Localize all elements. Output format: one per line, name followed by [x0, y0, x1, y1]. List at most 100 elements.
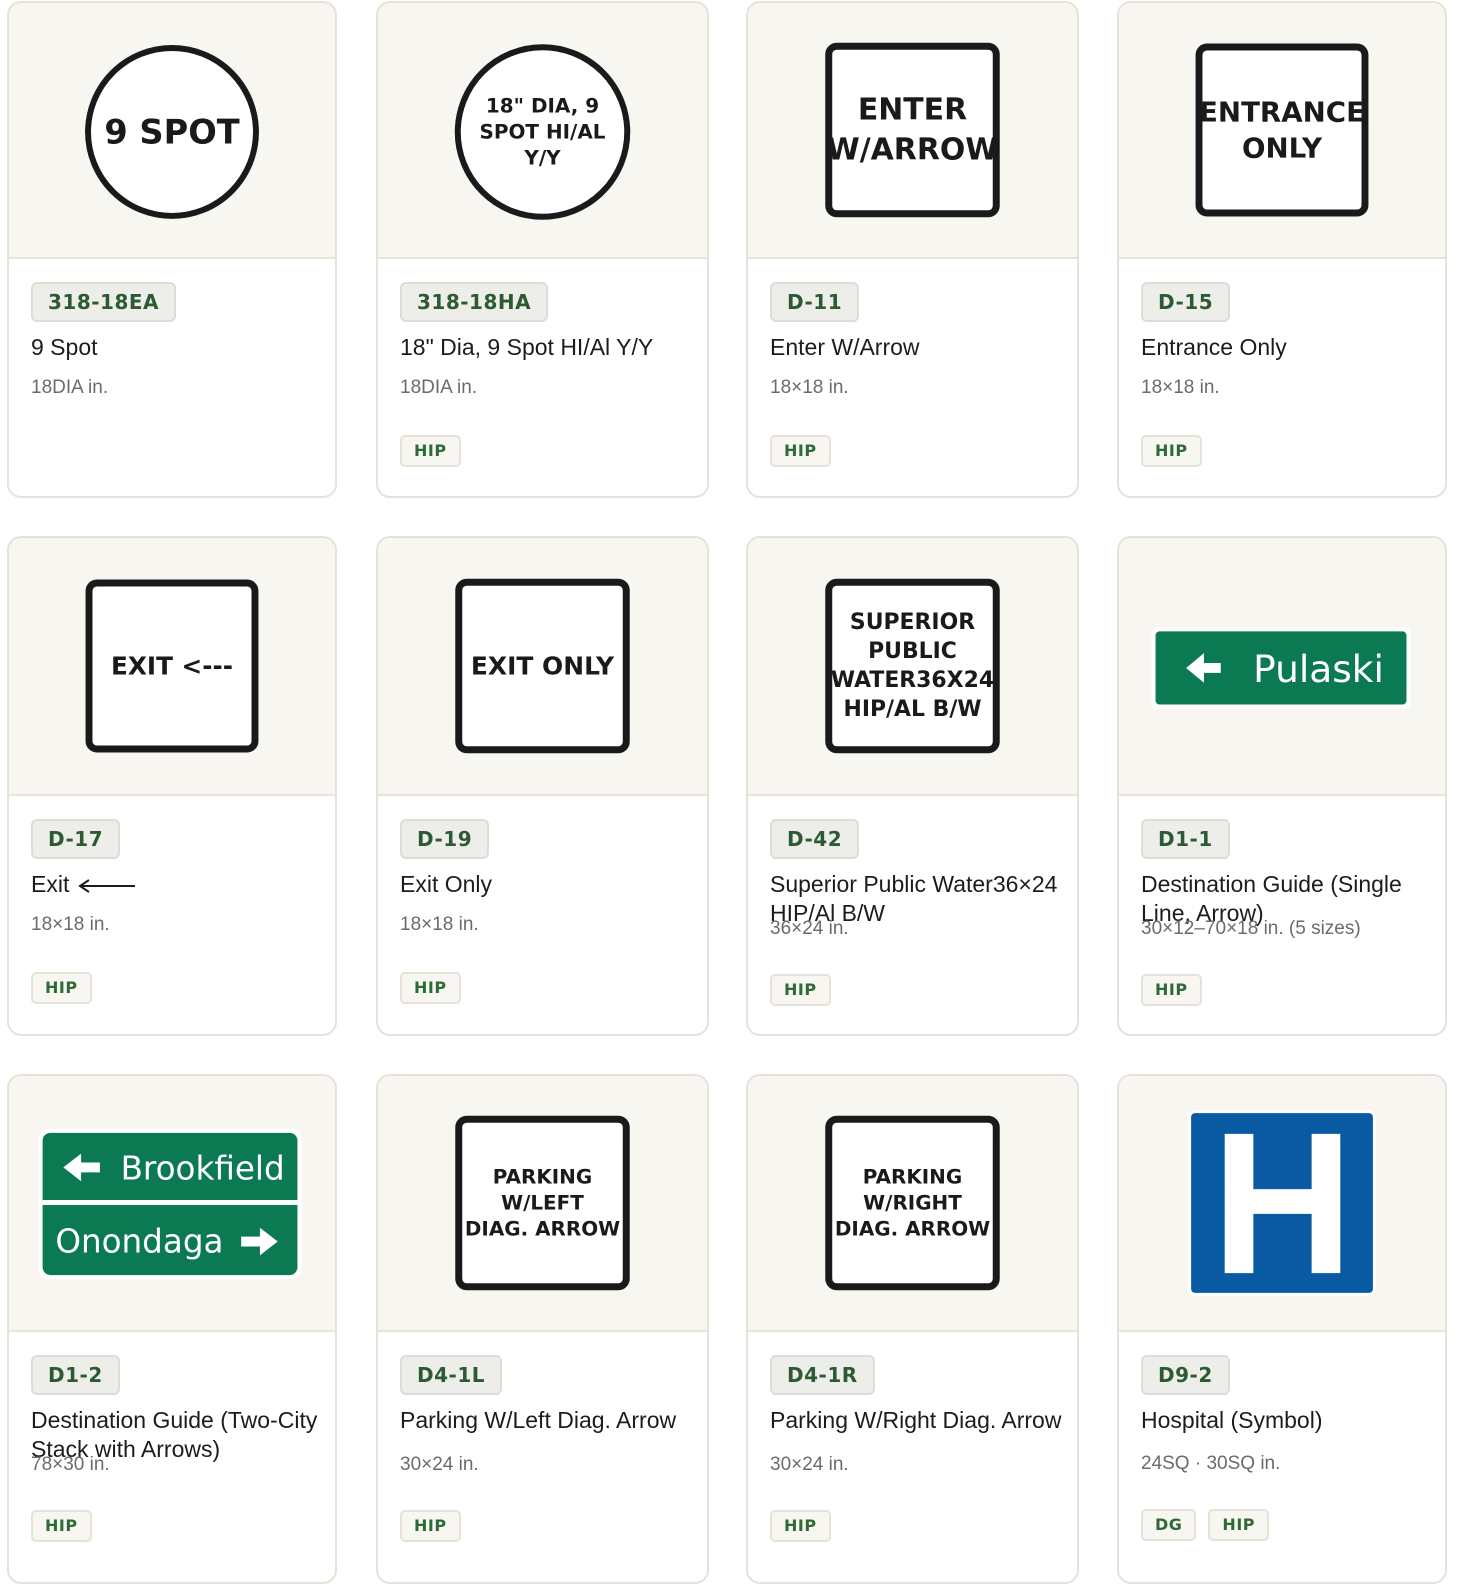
- sign-card[interactable]: Brookfield Onondaga D1-2 Destination Guide …: [7, 1074, 337, 1584]
- sign-label: EXIT ONLY: [471, 652, 615, 681]
- product-name[interactable]: Enter W/Arrow: [770, 333, 1063, 362]
- sign-thumbnail: ENTER W/ARROW: [825, 42, 1000, 218]
- product-name[interactable]: Parking W/Left Diag. Arrow: [400, 1406, 693, 1435]
- product-tag[interactable]: HIP: [770, 1510, 831, 1542]
- sign-thumbnail: SUPERIOR PUBLIC WATER36X24 HIP/AL B/W: [825, 578, 1000, 754]
- product-tag[interactable]: HIP: [770, 435, 831, 467]
- product-tags: HIP: [1141, 435, 1202, 467]
- product-tag[interactable]: HIP: [31, 972, 92, 1004]
- sign-card[interactable]: 9 SPOT 318-18EA 9 Spot 18DIA in.: [7, 1, 337, 498]
- product-size: 18×18 in.: [31, 914, 110, 935]
- guide-sign-divider: [42, 1200, 298, 1205]
- product-name[interactable]: 9 Spot: [31, 333, 321, 362]
- product-size: 18×18 in.: [400, 914, 479, 935]
- sign-thumbnail: PARKING W/LEFTDIAG. ARROW: [455, 1115, 630, 1291]
- product-tag[interactable]: HIP: [31, 1510, 92, 1542]
- product-tag[interactable]: HIP: [1141, 435, 1202, 467]
- product-size: 18DIA in.: [400, 377, 478, 398]
- sign-label: DIAG. ARROW: [835, 1217, 990, 1240]
- product-tag[interactable]: HIP: [400, 1510, 461, 1542]
- product-name[interactable]: Hospital (Symbol): [1141, 1406, 1431, 1435]
- product-code-badge: D4-1R: [770, 1355, 875, 1395]
- product-name[interactable]: Parking W/Right Diag. Arrow: [770, 1406, 1063, 1435]
- sign-image-area[interactable]: [1119, 1076, 1445, 1332]
- sign-image-area[interactable]: 9 SPOT: [9, 3, 335, 259]
- sign-label: W/LEFT: [501, 1192, 584, 1215]
- product-name[interactable]: Entrance Only: [1141, 333, 1431, 362]
- guide-destination-label: Pulaski: [1253, 647, 1384, 691]
- product-tag[interactable]: HIP: [1208, 1509, 1269, 1541]
- product-tag[interactable]: DG: [1141, 1509, 1197, 1541]
- sign-image-area[interactable]: ENTRANCE ONLY: [1119, 3, 1445, 259]
- product-size: 18×18 in.: [1141, 377, 1220, 398]
- product-tag[interactable]: HIP: [400, 435, 461, 467]
- sign-card[interactable]: EXIT <--- D-17 Exit 18×18 in. HIP: [7, 536, 337, 1036]
- sign-card[interactable]: 18" DIA, 9 SPOT HI/AL Y/Y 318-18HA 18" Dia, …: [376, 1, 709, 498]
- product-name-text: Exit Only: [400, 871, 493, 897]
- sign-card[interactable]: EXIT ONLY D-19 Exit Only 18×18 in. HIP: [376, 536, 709, 1036]
- product-code-badge: D-19: [400, 819, 490, 859]
- sign-image-area[interactable]: Pulaski: [1119, 538, 1445, 796]
- sign-image-frame: 9 SPOT: [9, 3, 335, 257]
- sign-label: PARKING: [493, 1166, 592, 1189]
- sign-label: SPOT HI/AL: [480, 120, 606, 143]
- sign-card[interactable]: SUPERIOR PUBLIC WATER36X24 HIP/AL B/W D-42 Su…: [746, 536, 1079, 1036]
- sign-image-frame: Pulaski: [1119, 538, 1445, 794]
- sign-image-area[interactable]: Brookfield Onondaga: [9, 1076, 335, 1332]
- sign-thumbnail: PARKING W/RIGHTDIAG. ARROW: [825, 1115, 1000, 1291]
- sign-thumbnail: 9 SPOT: [85, 45, 259, 219]
- sign-label: W/ARROW: [827, 132, 998, 167]
- sign-card[interactable]: ENTRANCE ONLY D-15 Entrance Only 18×18 in. HI…: [1117, 1, 1447, 498]
- product-size: 24SQ · 30SQ in.: [1141, 1453, 1281, 1474]
- sign-label: WATER36X24: [831, 668, 994, 693]
- product-name[interactable]: Exit: [31, 870, 321, 899]
- sign-image-area[interactable]: EXIT ONLY: [378, 538, 707, 796]
- sign-label: Y/Y: [523, 146, 561, 169]
- product-code-badge: D1-1: [1141, 819, 1230, 859]
- product-tags: HIP: [400, 1510, 461, 1542]
- sign-card[interactable]: ENTER W/ARROW D-11 Enter W/Arrow 18×18 in. HI…: [746, 1, 1079, 498]
- product-name-text: 18" Dia, 9 Spot HI/Al Y/Y: [400, 334, 654, 360]
- product-name-text: Entrance Only: [1141, 334, 1287, 360]
- product-tags: HIP: [770, 435, 831, 467]
- product-code-badge: D-15: [1141, 282, 1231, 322]
- sign-thumbnail: [1188, 1110, 1376, 1296]
- sign-image-area[interactable]: PARKING W/LEFT DIAG. ARROW: [378, 1076, 707, 1332]
- product-tags: HIP: [770, 1510, 831, 1542]
- sign-image-frame: PARKING W/LEFT DIAG. ARROW: [378, 1076, 707, 1330]
- product-tags: HIP: [770, 974, 831, 1006]
- product-size: 30×24 in.: [770, 1454, 849, 1475]
- sign-label: PUBLIC: [868, 639, 957, 664]
- sign-image-area[interactable]: PARKING W/RIGHT DIAG. ARROW: [748, 1076, 1077, 1332]
- product-code-badge: D-17: [31, 819, 121, 859]
- product-name-text: 9 Spot: [31, 334, 98, 360]
- product-name[interactable]: Exit Only: [400, 870, 693, 899]
- sign-card[interactable]: PARKING W/LEFT DIAG. ARROW D4-1L Parking W/L…: [376, 1074, 709, 1584]
- sign-square-shape: [825, 42, 1000, 218]
- sign-image-frame: Brookfield Onondaga: [9, 1076, 335, 1330]
- sign-image-area[interactable]: EXIT <---: [9, 538, 335, 796]
- sign-image-area[interactable]: SUPERIOR PUBLIC WATER36X24 HIP/AL B/W: [748, 538, 1077, 796]
- product-code-badge: 318-18HA: [400, 282, 549, 322]
- sign-image-frame: EXIT ONLY: [378, 538, 707, 794]
- product-code-badge: D-42: [770, 819, 860, 859]
- sign-thumbnail: ENTRANCEONLY: [1195, 43, 1369, 217]
- sign-card[interactable]: Pulaski D1-1 Destination Guide (Single Lin…: [1117, 536, 1447, 1036]
- sign-image-frame: SUPERIOR PUBLIC WATER36X24 HIP/AL B/W: [748, 538, 1077, 794]
- sign-card[interactable]: D9-2 Hospital (Symbol) 24SQ · 30SQ in. DG HI…: [1117, 1074, 1447, 1584]
- product-tags: HIP: [31, 1510, 92, 1542]
- sign-label: ENTER: [858, 93, 967, 128]
- sign-image-area[interactable]: 18" DIA, 9 SPOT HI/AL Y/Y: [378, 3, 707, 259]
- product-tag[interactable]: HIP: [400, 972, 461, 1004]
- guide-destination-label: Onondaga: [55, 1223, 223, 1261]
- sign-label: ENTRANCE: [1199, 96, 1365, 129]
- sign-card[interactable]: PARKING W/RIGHT DIAG. ARROW D4-1R Parking W/…: [746, 1074, 1079, 1584]
- sign-image-area[interactable]: ENTER W/ARROW: [748, 3, 1077, 259]
- product-tag[interactable]: HIP: [1141, 974, 1202, 1006]
- product-size: 78×30 in.: [31, 1454, 110, 1475]
- sign-image-frame: [1119, 1076, 1445, 1330]
- product-name[interactable]: 18" Dia, 9 Spot HI/Al Y/Y: [400, 333, 693, 362]
- product-size: 36×24 in.: [770, 918, 849, 939]
- product-tag[interactable]: HIP: [770, 974, 831, 1006]
- sign-label: DIAG. ARROW: [465, 1217, 620, 1240]
